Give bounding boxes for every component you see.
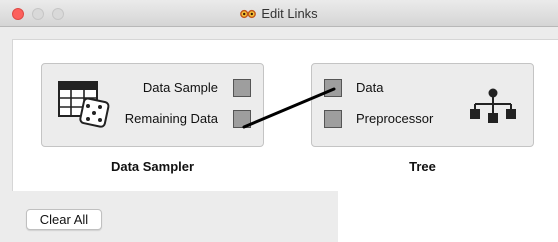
window-title-group: Edit Links — [0, 0, 558, 26]
clear-all-button[interactable]: Clear All — [26, 209, 102, 230]
link-layer — [242, 87, 336, 129]
lower-pane — [338, 191, 558, 242]
window-title: Edit Links — [261, 5, 318, 21]
link-editor-canvas: Data Sample Remaining Data Data Sampler … — [12, 39, 558, 191]
title-bar: Edit Links — [0, 0, 558, 27]
glasses-icon — [240, 9, 257, 18]
link-remaining-data-to-data[interactable] — [242, 87, 336, 129]
